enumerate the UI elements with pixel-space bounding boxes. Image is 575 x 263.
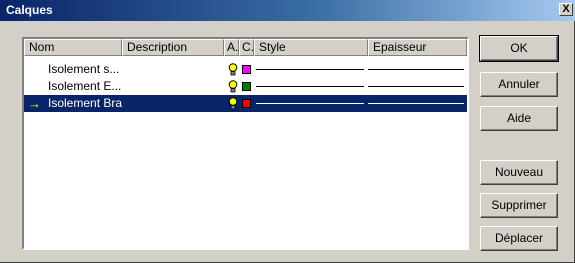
arrow-right-icon: → [28, 96, 41, 111]
new-layer-button[interactable]: Nouveau [480, 160, 558, 185]
thickness-line[interactable] [368, 69, 464, 70]
col-header-color[interactable]: C. [239, 39, 254, 56]
close-button[interactable]: X [559, 3, 573, 16]
lightbulb-icon[interactable] [228, 97, 238, 113]
delete-layer-button[interactable]: Supprimer [480, 193, 558, 218]
cancel-button[interactable]: Annuler [480, 72, 558, 97]
lightbulb-icon[interactable] [228, 80, 238, 96]
layer-row-selected[interactable]: → Isolement Bra [24, 95, 467, 112]
title-bar[interactable]: Calques X [0, 0, 575, 21]
layer-color-swatch[interactable] [242, 99, 251, 108]
style-line[interactable] [256, 86, 364, 87]
layer-name: Isolement s... [48, 62, 120, 76]
col-header-description[interactable]: Description [122, 39, 224, 56]
layer-color-swatch[interactable] [242, 65, 251, 74]
ok-button[interactable]: OK [479, 35, 559, 62]
layers-dialog: Calques X Nom Description A. C. Style Ep… [0, 0, 575, 263]
layer-row[interactable]: Isolement E... [24, 78, 467, 95]
layer-name: Isolement E... [48, 79, 122, 93]
col-header-style[interactable]: Style [254, 39, 368, 56]
lightbulb-icon[interactable] [228, 63, 238, 79]
window-title: Calques [6, 3, 53, 17]
thickness-line[interactable] [368, 103, 464, 104]
layer-row[interactable]: Isolement s... [24, 61, 467, 78]
layer-name: Isolement Bra [48, 96, 123, 110]
thickness-line[interactable] [368, 86, 464, 87]
help-button[interactable]: Aide [480, 106, 558, 131]
style-line[interactable] [256, 69, 364, 70]
col-header-thickness[interactable]: Epaisseur [368, 39, 467, 56]
layer-color-swatch[interactable] [242, 82, 251, 91]
style-line[interactable] [256, 103, 364, 104]
col-header-active[interactable]: A. [224, 39, 239, 56]
move-layer-button[interactable]: Déplacer [480, 226, 558, 251]
layers-list[interactable]: Nom Description A. C. Style Epaisseur Is… [22, 37, 469, 250]
col-header-name[interactable]: Nom [24, 39, 122, 56]
